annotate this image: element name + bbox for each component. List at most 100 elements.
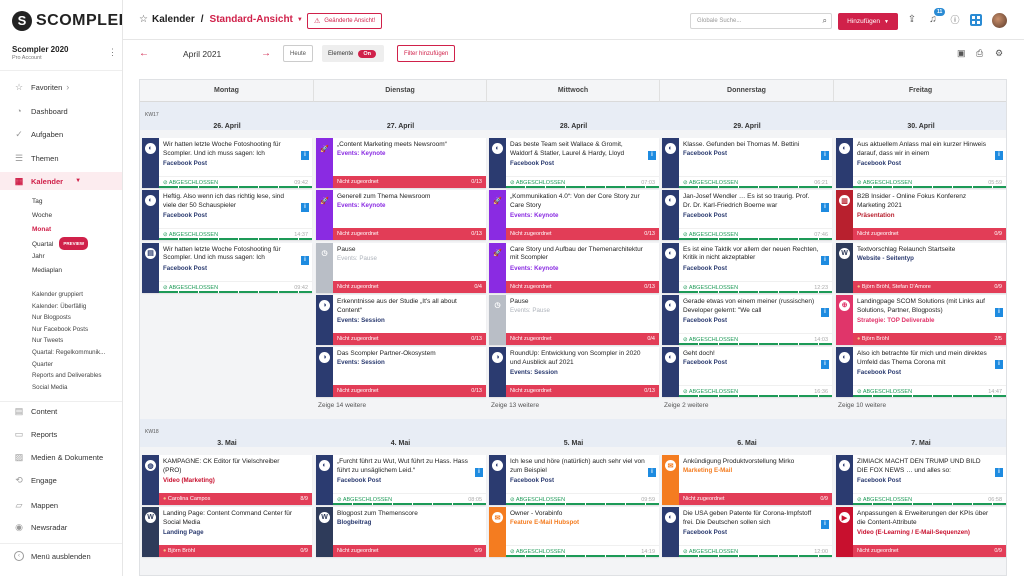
calendar-entry-card[interactable]: ◐ Die USA geben Patente für Corona-Impfst… [662, 507, 832, 558]
info-icon[interactable]: i [301, 203, 309, 213]
calendar-entry-card[interactable]: ◐ Ich lese und höre (natürlich) auch sehr… [489, 455, 659, 505]
calendar-entry-card[interactable]: ▥ B2B Insider - Online Fokus Konferenz Ma… [836, 190, 1006, 241]
calendar-entry-card[interactable]: 🚀 Care Story und Aufbau der Themenarchite… [489, 242, 659, 293]
saved-view-item[interactable]: Nur Tweets [32, 335, 63, 346]
user-avatar[interactable] [992, 13, 1007, 28]
add-button[interactable]: Hinzufügen ▼ [838, 13, 898, 30]
more-vertical-icon[interactable]: ⋮ [108, 47, 117, 58]
saved-view-item[interactable]: Nur Blogposts [32, 312, 71, 323]
calendar-entry-card[interactable]: ◐ Das beste Team seit Wallace & Gromit, W… [489, 138, 659, 188]
sidebar-item-themen[interactable]: ☰ Themen [0, 149, 122, 167]
info-icon[interactable]: i [821, 255, 829, 265]
inbox-icon[interactable]: ⇪ [906, 14, 918, 26]
info-icon[interactable]: ⓘ [949, 14, 961, 26]
entry-assignee-bar[interactable]: ● Björn Bröhl, Stefan D'Amore 0/9 [853, 280, 1006, 293]
day-date[interactable]: 5. Mai [487, 440, 660, 447]
saved-view-item[interactable]: Reports and Deliverables [32, 370, 101, 381]
day-date[interactable]: 3. Mai [140, 440, 314, 447]
entry-assignee-bar[interactable]: Nicht zugeordnet 0/9 [853, 228, 1006, 241]
saved-view-item[interactable]: Nur Facebook Posts [32, 324, 88, 335]
info-icon[interactable]: i [821, 151, 829, 160]
calendar-entry-card[interactable]: ◐ Klasse. Gefunden bei Thomas M. Bettini F… [662, 138, 832, 188]
info-icon[interactable]: i [821, 360, 829, 370]
info-icon[interactable]: i [995, 307, 1003, 317]
sidebar-item-content[interactable]: ▤ Content [0, 402, 122, 420]
calendar-entry-card[interactable]: ◐ Es ist eine Taktik vor allem der neuen … [662, 242, 832, 293]
entry-assignee-bar[interactable]: ● Carolina Campos 8/9 [159, 493, 312, 505]
saved-view-item[interactable]: Quartal: Regelkommunik... [32, 347, 105, 358]
day-date[interactable]: 27. April [314, 123, 487, 130]
info-icon[interactable]: i [475, 468, 483, 477]
global-search-input[interactable]: Globale Suche... ⌕ [690, 13, 832, 29]
sidebar-item-newsradar[interactable]: ◉ Newsradar [0, 518, 122, 536]
entry-assignee-bar[interactable]: Nicht zugeordnet 0/13 [333, 176, 486, 188]
calendar-entry-card[interactable]: ▶ Anpassungen & Erweiterungen der KPIs üb… [836, 507, 1006, 558]
calendar-entry-card[interactable]: W Textvorschlag Relaunch Startseite Websit… [836, 242, 1006, 293]
entry-assignee-bar[interactable]: Nicht zugeordnet 0/13 [506, 228, 659, 241]
calendar-entry-card[interactable]: ◑ Das Scompler Partner-Ökosystem Events: S… [316, 347, 486, 398]
breadcrumb-section[interactable]: Kalender [152, 14, 195, 25]
calendar-add-icon[interactable]: ▣ [957, 48, 966, 59]
elements-toggle[interactable]: Elemente On [322, 45, 384, 62]
calendar-entry-card[interactable]: ✉ Owner - Vorabinfo Feature E-Mail Hubspot… [489, 507, 659, 558]
info-icon[interactable]: i [648, 151, 656, 160]
day-date[interactable]: 29. April [660, 123, 834, 130]
day-date[interactable]: 7. Mai [834, 440, 1006, 447]
calendar-entry-card[interactable]: ◐ Geht doch! Facebook Post i ⊘ ABGESCHLOSSEN… [662, 347, 832, 398]
calendar-entry-card[interactable]: ◐ Gerade etwas von einem meiner (russisch… [662, 294, 832, 345]
calendar-entry-card[interactable]: 🚀 „Content Marketing meets Newsroom“ Event… [316, 138, 486, 188]
entry-assignee-bar[interactable]: Nicht zugeordnet 0/4 [506, 332, 659, 345]
calendar-entry-card[interactable]: 🚀 Generell zum Thema Newsroom Events: Keyn… [316, 190, 486, 241]
info-icon[interactable]: i [821, 520, 829, 530]
info-icon[interactable]: i [995, 468, 1003, 477]
view-selector[interactable]: Standard-Ansicht [210, 14, 293, 25]
calendar-view-jahr[interactable]: Jahr [32, 251, 45, 262]
calendar-entry-card[interactable]: ◐ Jan-Josef Wendler … Es ist so traurig. … [662, 190, 832, 241]
print-icon[interactable]: ⎙ [976, 48, 983, 59]
calendar-entry-card[interactable]: ◐ ZIMIACK MACHT DEN TRUMP UND BILD DIE FO… [836, 455, 1006, 505]
show-more-link[interactable]: Zeige 14 weitere [318, 402, 366, 409]
gear-icon[interactable]: ⚙ [995, 48, 1003, 59]
sidebar-item-mappen[interactable]: ▱ Mappen [0, 496, 122, 514]
sidebar-item-reports[interactable]: ▭ Reports [0, 425, 122, 443]
entry-assignee-bar[interactable]: ● Björn Bröhl 2/5 [853, 332, 1006, 345]
info-icon[interactable]: i [995, 151, 1003, 160]
day-date[interactable]: 28. April [487, 123, 660, 130]
calendar-entry-card[interactable]: W Landing Page: Content Command Center fü… [142, 507, 312, 558]
brand-logo[interactable]: S SCOMPLER [12, 11, 122, 31]
info-icon[interactable]: i [995, 360, 1003, 370]
entry-assignee-bar[interactable]: Nicht zugeordnet 0/13 [506, 385, 659, 398]
saved-view-item[interactable]: Kalender: Überfällig [32, 301, 86, 312]
sidebar-item-aufgaben[interactable]: ✓ Aufgaben [0, 125, 122, 143]
calendar-entry-card[interactable]: ◐ „Furcht führt zu Wut, Wut führt zu Hass… [316, 455, 486, 505]
account-switcher[interactable]: Scompler 2020 Pro Account ⋮ [12, 45, 117, 61]
calendar-entry-card[interactable]: ◑ Erkenntnisse aus der Studie „It's all a… [316, 294, 486, 345]
sidebar-item-medien-dokumente[interactable]: ▨ Medien & Dokumente [0, 448, 122, 466]
calendar-view-woche[interactable]: Woche [32, 210, 52, 221]
calendar-entry-card[interactable]: ◐ Heftig. Also wenn ich das richtig lese,… [142, 190, 312, 241]
entry-assignee-bar[interactable]: Nicht zugeordnet 0/4 [333, 280, 486, 293]
calendar-view-tag[interactable]: Tag [32, 196, 42, 207]
changed-view-button[interactable]: ⚠ Geänderte Ansicht! [307, 13, 383, 29]
add-filter-button[interactable]: Filter hinzufügen [397, 45, 456, 62]
calendar-view-mediaplan[interactable]: Mediaplan [32, 265, 62, 276]
calendar-entry-card[interactable]: ✉ Ankündigung Produktvorstellung Mirko Mar… [662, 455, 832, 505]
entry-assignee-bar[interactable]: Nicht zugeordnet 0/9 [853, 545, 1006, 558]
calendar-entry-card[interactable]: ◍ KAMPAGNE: CK Editor für Vielschreiber (… [142, 455, 312, 505]
entry-assignee-bar[interactable]: Nicht zugeordnet 0/13 [506, 280, 659, 293]
day-date[interactable]: 26. April [140, 123, 314, 130]
sidebar-item-dashboard[interactable]: ◔ Dashboard [0, 102, 122, 120]
calendar-entry-card[interactable]: ◷ Pause Events: Pause Nicht zugeordnet 0/4 [489, 294, 659, 345]
calendar-view-monat[interactable]: Monat [32, 224, 51, 235]
calendar-entry-card[interactable]: 🚀 „Kommunikation 4.0“: Von der Core Story… [489, 190, 659, 241]
calendar-entry-card[interactable]: ▤ Wir hatten letzte Woche Fotoshooting fü… [142, 242, 312, 293]
hide-menu-button[interactable]: ‹ Menü ausblenden [14, 551, 91, 561]
day-date[interactable]: 6. Mai [660, 440, 834, 447]
saved-view-item[interactable]: Social Media [32, 382, 67, 393]
sidebar-item-engage[interactable]: ⟲ Engage [0, 471, 122, 489]
entry-assignee-bar[interactable]: ● Björn Bröhl 0/9 [159, 545, 312, 558]
sidebar-item-kalender[interactable]: ▦ Kalender ▼ [0, 172, 122, 190]
info-icon[interactable]: i [301, 151, 309, 160]
entry-assignee-bar[interactable]: Nicht zugeordnet 0/9 [333, 545, 486, 558]
entry-assignee-bar[interactable]: Nicht zugeordnet 0/13 [333, 228, 486, 241]
